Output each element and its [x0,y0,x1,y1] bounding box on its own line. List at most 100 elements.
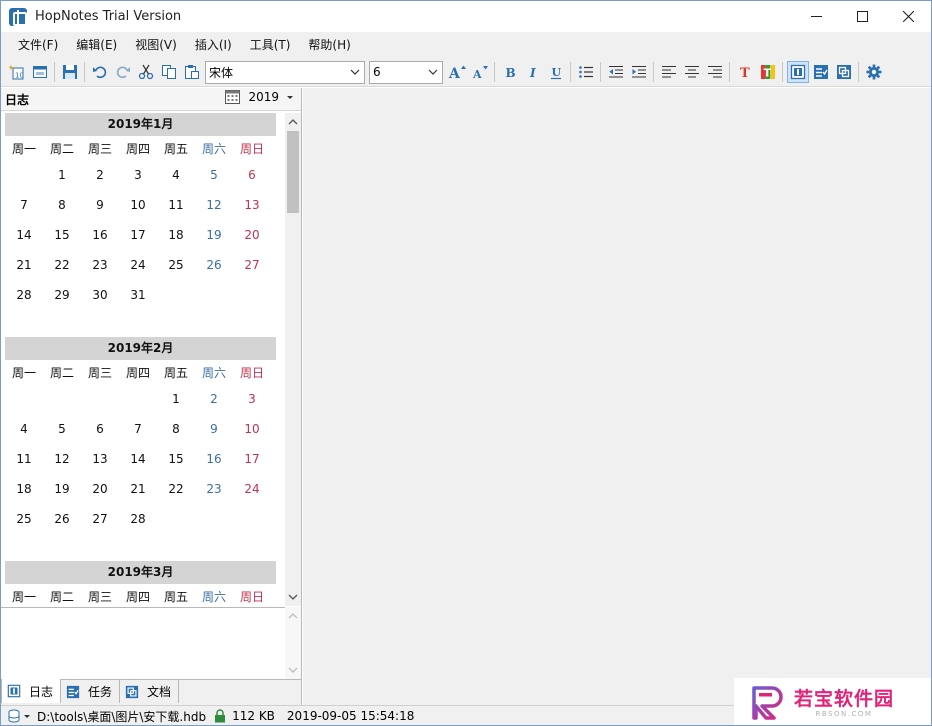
redo-button[interactable] [112,61,134,83]
day-cell[interactable]: 7 [119,422,157,436]
tab-tasks[interactable]: 任务 [61,680,121,703]
day-cell[interactable]: 31 [119,288,157,302]
save-button[interactable] [59,61,81,83]
entry-preview-area[interactable] [1,607,301,679]
scroll-up-icon[interactable] [288,117,298,127]
day-cell[interactable]: 15 [43,228,81,242]
scroll-thumb[interactable] [287,131,299,213]
day-cell[interactable]: 19 [195,228,233,242]
maximize-button[interactable] [839,1,885,32]
day-cell[interactable]: 17 [233,452,271,466]
day-cell[interactable]: 1 [43,168,81,182]
menu-insert[interactable]: 插入(I) [186,34,241,56]
menu-tools[interactable]: 工具(T) [241,34,300,56]
day-cell[interactable]: 9 [195,422,233,436]
day-cell[interactable]: 8 [43,198,81,212]
bullet-list-button[interactable] [575,61,597,83]
day-cell[interactable]: 26 [43,512,81,526]
day-cell[interactable]: 3 [233,392,271,406]
day-cell[interactable]: 13 [233,198,271,212]
scroll-down-icon[interactable] [288,592,298,602]
decrease-font-button[interactable]: A [469,61,491,83]
day-cell[interactable]: 26 [195,258,233,272]
underline-button[interactable]: U [545,61,567,83]
menu-edit[interactable]: 编辑(E) [67,34,126,56]
view-documents-button[interactable] [833,61,855,83]
day-cell[interactable]: 30 [81,288,119,302]
text-color-button[interactable]: T [734,61,756,83]
undo-button[interactable] [89,61,111,83]
settings-button[interactable] [863,61,885,83]
increase-font-button[interactable]: A [446,61,468,83]
day-cell[interactable]: 22 [43,258,81,272]
day-cell[interactable]: 18 [157,228,195,242]
day-cell[interactable]: 21 [5,258,43,272]
minimize-button[interactable] [793,1,839,32]
day-cell[interactable]: 3 [119,168,157,182]
day-cell[interactable]: 11 [157,198,195,212]
new-note-button[interactable]: 10 [6,61,28,83]
day-cell[interactable]: 9 [81,198,119,212]
database-menu[interactable] [7,709,31,723]
day-cell[interactable]: 24 [233,482,271,496]
day-cell[interactable]: 21 [119,482,157,496]
bold-button[interactable]: B [499,61,521,83]
preview-scrollbar[interactable] [285,607,301,679]
open-layout-button[interactable] [29,61,51,83]
day-cell[interactable]: 15 [157,452,195,466]
font-size-select[interactable]: 6 [369,60,443,84]
day-cell[interactable]: 27 [233,258,271,272]
day-cell[interactable]: 29 [43,288,81,302]
day-cell[interactable]: 27 [81,512,119,526]
day-cell[interactable]: 6 [81,422,119,436]
scroll-down-icon[interactable] [288,665,298,675]
day-cell[interactable]: 7 [5,198,43,212]
day-cell[interactable]: 20 [81,482,119,496]
scroll-up-icon[interactable] [288,611,298,621]
day-cell[interactable]: 28 [5,288,43,302]
day-cell[interactable]: 8 [157,422,195,436]
day-cell[interactable]: 6 [233,168,271,182]
day-cell[interactable]: 11 [5,452,43,466]
copy-button[interactable] [158,61,180,83]
day-cell[interactable]: 14 [5,228,43,242]
day-cell[interactable]: 13 [81,452,119,466]
day-cell[interactable]: 2 [81,168,119,182]
day-cell[interactable]: 4 [157,168,195,182]
day-cell[interactable]: 14 [119,452,157,466]
day-cell[interactable]: 24 [119,258,157,272]
align-left-button[interactable] [658,61,680,83]
day-cell[interactable]: 4 [5,422,43,436]
menu-help[interactable]: 帮助(H) [299,34,359,56]
menu-file[interactable]: 文件(F) [9,34,67,56]
day-cell[interactable]: 19 [43,482,81,496]
day-cell[interactable]: 12 [43,452,81,466]
day-cell[interactable]: 12 [195,198,233,212]
italic-button[interactable]: I [522,61,544,83]
day-cell[interactable]: 2 [195,392,233,406]
editor-workspace[interactable] [303,88,931,705]
view-journal-button[interactable] [786,61,809,83]
highlight-color-button[interactable]: T [757,61,779,83]
day-cell[interactable]: 20 [233,228,271,242]
decrease-indent-button[interactable] [605,61,627,83]
day-cell[interactable]: 16 [195,452,233,466]
day-cell[interactable]: 1 [157,392,195,406]
day-cell[interactable]: 25 [5,512,43,526]
day-cell[interactable]: 28 [119,512,157,526]
day-cell[interactable]: 23 [81,258,119,272]
increase-indent-button[interactable] [628,61,650,83]
day-cell[interactable]: 18 [5,482,43,496]
calendar-scrollbar[interactable] [285,113,301,606]
day-cell[interactable]: 17 [119,228,157,242]
day-cell[interactable]: 5 [43,422,81,436]
day-cell[interactable]: 25 [157,258,195,272]
view-tasks-button[interactable] [810,61,832,83]
year-selector[interactable]: 2019 [225,90,295,104]
tab-documents[interactable]: 文档 [120,680,180,703]
day-cell[interactable]: 22 [157,482,195,496]
day-cell[interactable]: 10 [233,422,271,436]
align-right-button[interactable] [704,61,726,83]
menu-view[interactable]: 视图(V) [126,34,186,56]
align-center-button[interactable] [681,61,703,83]
